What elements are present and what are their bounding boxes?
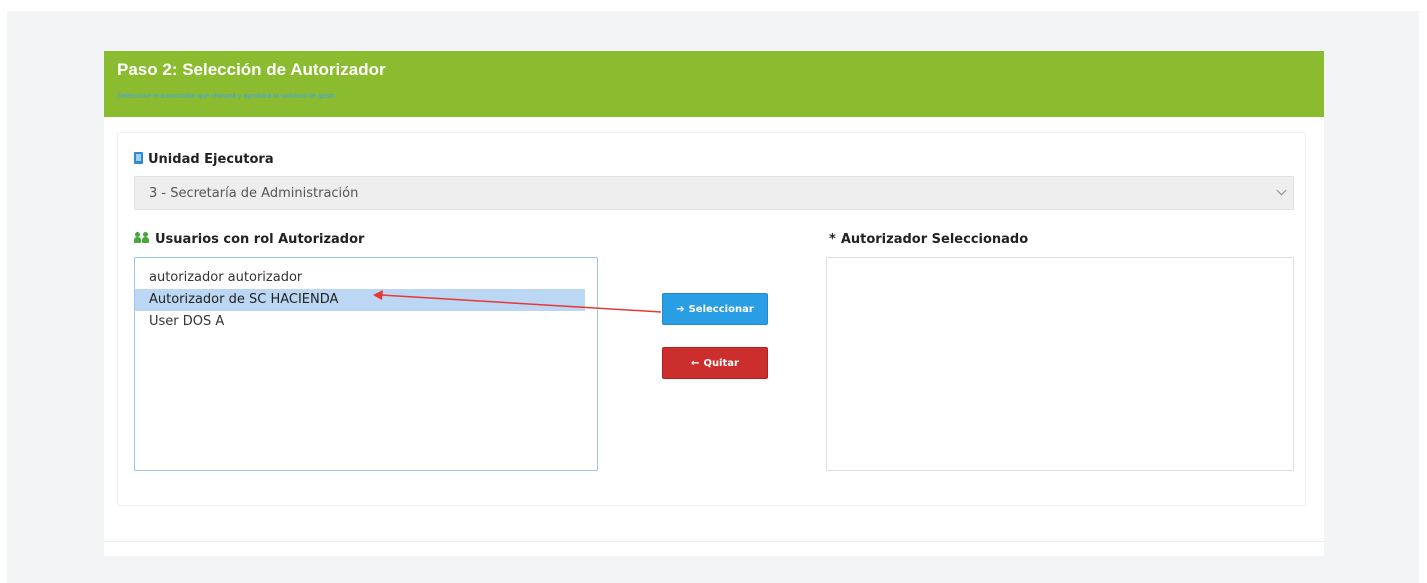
select-button-label: Seleccionar	[688, 304, 754, 315]
usuarios-label: Usuarios con rol Autorizador	[134, 232, 364, 247]
users-icon	[134, 232, 150, 244]
step-header: Paso 2: Selección de Autorizador Selecci…	[104, 51, 1324, 117]
card-divider	[104, 541, 1324, 542]
autorizador-label-text: Autorizador Seleccionado	[840, 232, 1029, 247]
autorizador-label: * Autorizador Seleccionado	[829, 232, 1028, 247]
chevron-down-icon	[1276, 185, 1287, 196]
unidad-select-value: 3 - Secretaría de Administración	[149, 186, 359, 201]
list-item-selected[interactable]: Autorizador de SC HACIENDA	[135, 289, 585, 311]
usuarios-listbox[interactable]: autorizador autorizador Autorizador de S…	[134, 257, 598, 471]
autorizador-listbox[interactable]	[826, 257, 1294, 471]
list-item[interactable]: User DOS A	[135, 311, 585, 333]
form-panel: Unidad Ejecutora 3 - Secretaría de Admin…	[117, 132, 1306, 506]
remove-button[interactable]: ← Quitar	[662, 347, 768, 379]
book-icon	[134, 152, 143, 164]
step-card: Paso 2: Selección de Autorizador Selecci…	[104, 51, 1324, 556]
step-subtitle: Seleccione el autorizador que revisará y…	[117, 93, 335, 100]
arrow-left-icon: ←	[691, 358, 700, 369]
remove-button-label: Quitar	[703, 358, 739, 369]
arrow-right-icon: ➔	[676, 304, 685, 315]
list-item[interactable]: autorizador autorizador	[135, 267, 585, 289]
unidad-select[interactable]: 3 - Secretaría de Administración	[134, 176, 1294, 210]
step-title: Paso 2: Selección de Autorizador	[117, 60, 386, 79]
select-button[interactable]: ➔ Seleccionar	[662, 293, 768, 325]
usuarios-label-text: Usuarios con rol Autorizador	[155, 232, 365, 247]
unidad-label-text: Unidad Ejecutora	[148, 152, 274, 167]
unidad-label: Unidad Ejecutora	[134, 152, 274, 167]
required-mark: *	[829, 232, 836, 247]
